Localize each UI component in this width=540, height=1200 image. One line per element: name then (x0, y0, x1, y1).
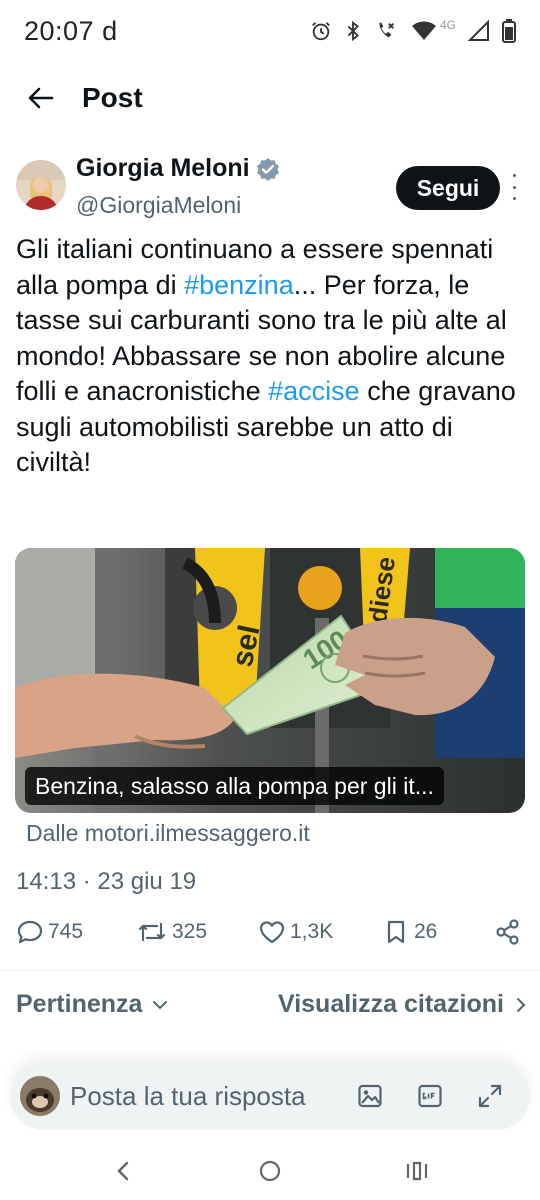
bookmark-icon (387, 920, 405, 944)
image-button[interactable] (356, 1082, 384, 1110)
expand-composer-button[interactable] (476, 1082, 504, 1110)
arrow-left-icon (28, 87, 54, 109)
author-name: Giorgia Meloni (76, 154, 250, 182)
chevron-right-icon (517, 997, 526, 1012)
page-title: Post (82, 82, 143, 113)
verified-badge-icon (256, 157, 279, 181)
card-source-link[interactable]: Dalle motori.ilmessaggero.it (26, 820, 310, 847)
battery-icon (502, 19, 516, 43)
user-avatar[interactable] (20, 1076, 60, 1116)
nav-back-button[interactable] (110, 1158, 136, 1184)
nav-back-icon (117, 1161, 129, 1181)
nav-home-button[interactable] (257, 1158, 283, 1184)
repost-icon (138, 922, 166, 942)
more-options-button[interactable] (507, 174, 521, 200)
more-dot (512, 174, 516, 177)
more-dot (512, 197, 516, 200)
sort-relevance-label: Pertinenza (16, 990, 143, 1018)
author-name-group[interactable]: Giorgia Meloni (76, 154, 280, 183)
view-quotes-link[interactable]: Visualizza citazioni (278, 990, 526, 1019)
link-card[interactable]: sel diese 100 Benzina, salasso alla pomp… (15, 548, 525, 813)
alarm-icon (312, 22, 330, 41)
share-icon (496, 919, 519, 945)
replies-sort-row: Pertinenza Visualizza citazioni (16, 990, 526, 1030)
heart-icon (259, 921, 285, 944)
back-button[interactable] (24, 81, 58, 115)
action-bar: 745 325 1,3K 26 (16, 918, 526, 954)
chevron-down-icon (153, 1000, 168, 1009)
like-count: 1,3K (290, 920, 334, 943)
sort-relevance-dropdown[interactable]: Pertinenza (16, 990, 168, 1019)
reply-composer (10, 1062, 530, 1130)
author-row: Giorgia Meloni @GiorgiaMeloni Segui (16, 152, 524, 222)
reply-count: 745 (48, 920, 84, 943)
reply-input[interactable] (70, 1078, 350, 1114)
card-caption: Benzina, salasso alla pompa per gli it..… (25, 767, 444, 805)
status-icons: 4G (310, 18, 516, 43)
post-header: Post (0, 62, 540, 134)
image-icon (358, 1084, 382, 1108)
hashtag-benzina-link[interactable]: #benzina (184, 270, 294, 300)
nav-recents-icon (406, 1161, 428, 1181)
wifi-call-icon (379, 22, 394, 38)
bluetooth-icon (347, 20, 359, 42)
hashtag-accise-link[interactable]: #accise (268, 376, 360, 406)
tweet-text: Gli italiani continuano a essere spennat… (16, 232, 528, 481)
like-action[interactable]: 1,3K (258, 918, 333, 946)
expand-icon (478, 1084, 502, 1108)
more-dot (512, 185, 516, 189)
share-action[interactable] (494, 918, 522, 946)
status-bar: 20:07 d 4G (0, 0, 540, 62)
author-avatar[interactable] (16, 160, 66, 210)
repost-action[interactable]: 325 (136, 918, 207, 946)
status-time: 20:07 (24, 15, 95, 46)
reply-icon (17, 920, 43, 944)
view-quotes-label: Visualizza citazioni (277, 990, 504, 1018)
gif-button[interactable] (416, 1082, 444, 1110)
signal-icon (468, 20, 489, 41)
wifi-icon (411, 21, 436, 40)
post-timestamp[interactable]: 14:13 · 23 giu 19 (16, 868, 196, 896)
nav-home-icon (259, 1160, 281, 1182)
network-type-label: 4G (439, 18, 456, 32)
follow-button[interactable]: Segui (396, 166, 500, 210)
reply-action[interactable]: 745 (16, 918, 83, 946)
bookmark-count: 26 (414, 920, 438, 943)
nav-recents-button[interactable] (404, 1158, 430, 1184)
carrier-mark: d (102, 15, 118, 46)
system-navigation-bar (0, 1140, 540, 1200)
gif-icon (418, 1084, 442, 1108)
status-time-group: 20:07 d (24, 16, 118, 47)
divider (0, 970, 540, 971)
bookmark-action[interactable]: 26 (382, 918, 437, 946)
author-handle[interactable]: @GiorgiaMeloni (76, 192, 241, 219)
repost-count: 325 (172, 920, 208, 943)
